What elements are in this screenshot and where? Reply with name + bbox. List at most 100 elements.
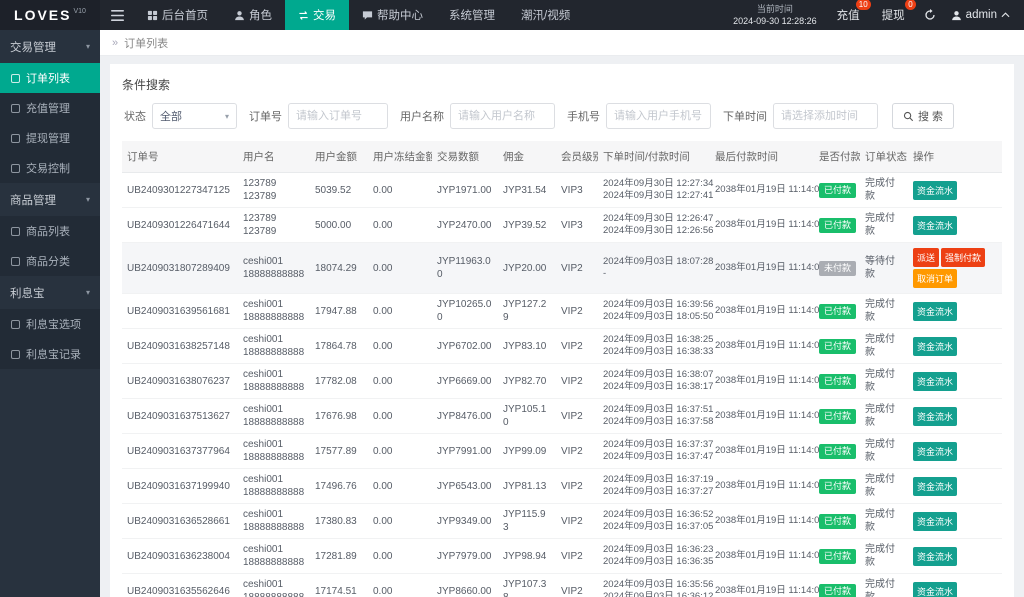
order-time-label: 下单时间	[723, 111, 767, 123]
nav-label: 系统管理	[449, 10, 495, 22]
action-button[interactable]: 资金流水	[913, 441, 958, 461]
user-cell: ceshi00118888888888	[238, 363, 310, 399]
order-time-cell: 2024年09月03日 16:37:19 2024年09月03日 16:37:27	[598, 468, 713, 504]
last-pay-time-cell: 2038年01月19日 11:14:07	[710, 293, 825, 329]
order-no-input[interactable]	[288, 103, 388, 129]
sidebar-group-trade-manage[interactable]: 交易管理 ▾	[0, 30, 100, 63]
commission-cell: JYP82.70	[498, 363, 556, 399]
nav-trade[interactable]: 交易	[285, 0, 349, 30]
action-button[interactable]: 资金流水	[913, 511, 958, 531]
action-button[interactable]: 资金流水	[913, 546, 958, 566]
action-button[interactable]: 资金流水	[913, 301, 958, 321]
order-status-cell: 完成付款	[860, 433, 908, 469]
order-row: UB2409031636528661 ceshi001 18888888888 1…	[122, 503, 1002, 539]
order-time-cell: 2024年09月03日 16:39:56 2024年09月03日 18:05:50	[598, 293, 713, 329]
sidebar-item-label: 充值管理	[26, 103, 70, 115]
trade-amount-cell: JYP10265.00	[432, 293, 498, 329]
action-button[interactable]: 资金流水	[913, 371, 958, 391]
user-cell: ceshi00118888888888	[238, 433, 310, 469]
actions-cell: 派送 强制付款取消订单	[908, 242, 1002, 294]
last-pay-time-cell: 2038年01月19日 11:14:07	[710, 398, 825, 434]
chevron-up-icon	[1001, 12, 1010, 18]
nav-roles[interactable]: 角色	[221, 0, 285, 30]
column-header: 最后付款时间	[710, 141, 814, 173]
pay-status-badge: 已付款	[819, 338, 857, 354]
sidebar-item-trade-control[interactable]: 交易控制	[0, 153, 100, 183]
interest-records-icon	[11, 349, 20, 359]
action-button[interactable]: 资金流水	[913, 180, 958, 200]
order-row: UB2409031637377964 ceshi001 18888888888 1…	[122, 433, 1002, 469]
order-time-cell: 2024年09月03日 16:37:37 2024年09月03日 16:37:47	[598, 433, 713, 469]
sidebar-item-interest-options[interactable]: 利息宝选项	[0, 309, 100, 339]
user-amount-cell: 17864.78	[310, 328, 368, 364]
sidebar-item-label: 订单列表	[26, 73, 70, 85]
user-name-label: 用户名称	[400, 111, 444, 123]
pay-status-badge: 已付款	[819, 443, 857, 459]
recharge-link[interactable]: 充值 10	[827, 0, 871, 23]
sidebar-item-recharge-manage[interactable]: 充值管理	[0, 93, 100, 123]
sidebar-group-label: 利息宝	[10, 287, 45, 300]
column-header: 交易数额	[432, 141, 498, 173]
menu-toggle-icon[interactable]	[100, 0, 134, 30]
user-cell: ceshi00118888888888	[238, 398, 310, 434]
nav-home[interactable]: 后台首页	[134, 0, 221, 30]
sidebar-item-withdraw-manage[interactable]: 提现管理	[0, 123, 100, 153]
action-button[interactable]: 资金流水	[913, 581, 958, 597]
commission-cell: JYP105.10	[498, 398, 556, 434]
user-cell: ceshi00118888888888	[238, 538, 310, 574]
topbar-right: 当前时间 2024-09-30 12:28:26 充值 10 提现 0 admi…	[725, 0, 1024, 30]
column-header: 订单状态	[860, 141, 908, 173]
sidebar-item-label: 利息宝选项	[26, 319, 81, 331]
user-name-input[interactable]	[450, 103, 555, 129]
nav-help-center[interactable]: 帮助中心	[349, 0, 436, 30]
order-no-label: 订单号	[249, 111, 282, 123]
trade-amount-cell: JYP7991.00	[432, 433, 498, 469]
sidebar-item-goods-category[interactable]: 商品分类	[0, 246, 100, 276]
chevron-down-icon: ▾	[85, 42, 90, 51]
action-button[interactable]: 资金流水	[913, 406, 958, 426]
last-pay-time-cell: 2038年01月19日 11:14:07	[710, 503, 825, 539]
order-row: UB2409031637513627 ceshi001 18888888888 1…	[122, 398, 1002, 434]
user-cell: 123789 123789	[238, 207, 310, 243]
sidebar-item-goods-list[interactable]: 商品列表	[0, 216, 100, 246]
withdraw-link[interactable]: 提现 0	[872, 0, 916, 23]
order-status-cell: 等待付款	[860, 242, 908, 294]
sidebar-group-interest[interactable]: 利息宝 ▾	[0, 276, 100, 309]
action-button[interactable]: 资金流水	[913, 215, 958, 235]
vip-level-cell: VIP2	[556, 363, 598, 399]
order-time-input[interactable]	[773, 103, 878, 129]
order-status-cell: 完成付款	[860, 293, 908, 329]
commission-cell: JYP81.13	[498, 468, 556, 504]
trade-amount-cell: JYP8476.00	[432, 398, 498, 434]
trade-amount-cell: JYP9349.00	[432, 503, 498, 539]
orders-tbody: UB2409301227347125 123789 123789 5039.52 …	[122, 172, 1002, 597]
action-button[interactable]: 资金流水	[913, 336, 958, 356]
phone-input[interactable]	[606, 103, 711, 129]
sidebar-item-order-list[interactable]: 订单列表	[0, 63, 100, 93]
order-no-cell: UB2409301227347125	[122, 172, 238, 208]
action-button[interactable]: 取消订单	[913, 269, 958, 288]
refresh-icon[interactable]	[917, 9, 943, 21]
trade-amount-cell: JYP8660.00	[432, 573, 498, 597]
sidebar-group-goods-manage[interactable]: 商品管理 ▾	[0, 183, 100, 216]
status-label: 状态	[124, 111, 146, 123]
frozen-amount-cell: 0.00	[368, 172, 432, 208]
action-button[interactable]: 派送	[913, 248, 940, 267]
frozen-amount-cell: 0.00	[368, 242, 432, 294]
user-avatar-icon	[951, 10, 962, 21]
status-select[interactable]: 全部 ▾	[152, 103, 237, 129]
admin-menu[interactable]: admin	[945, 9, 1016, 21]
order-list-icon	[11, 73, 20, 83]
search-button[interactable]: 搜 索	[892, 103, 955, 129]
action-button[interactable]: 强制付款	[941, 248, 986, 267]
pay-status-cell: 已付款	[814, 207, 860, 243]
frozen-amount-cell: 0.00	[368, 398, 432, 434]
sidebar-item-interest-records[interactable]: 利息宝记录	[0, 339, 100, 369]
order-row: UB2409031638076237 ceshi001 18888888888 1…	[122, 363, 1002, 399]
action-button[interactable]: 资金流水	[913, 476, 958, 496]
order-status-cell: 完成付款	[860, 573, 908, 597]
trade-amount-cell: JYP6543.00	[432, 468, 498, 504]
user-cell: ceshi00118888888888	[238, 468, 310, 504]
nav-system[interactable]: 系统管理	[436, 0, 508, 30]
nav-video[interactable]: 潮汛/视频	[508, 0, 583, 30]
